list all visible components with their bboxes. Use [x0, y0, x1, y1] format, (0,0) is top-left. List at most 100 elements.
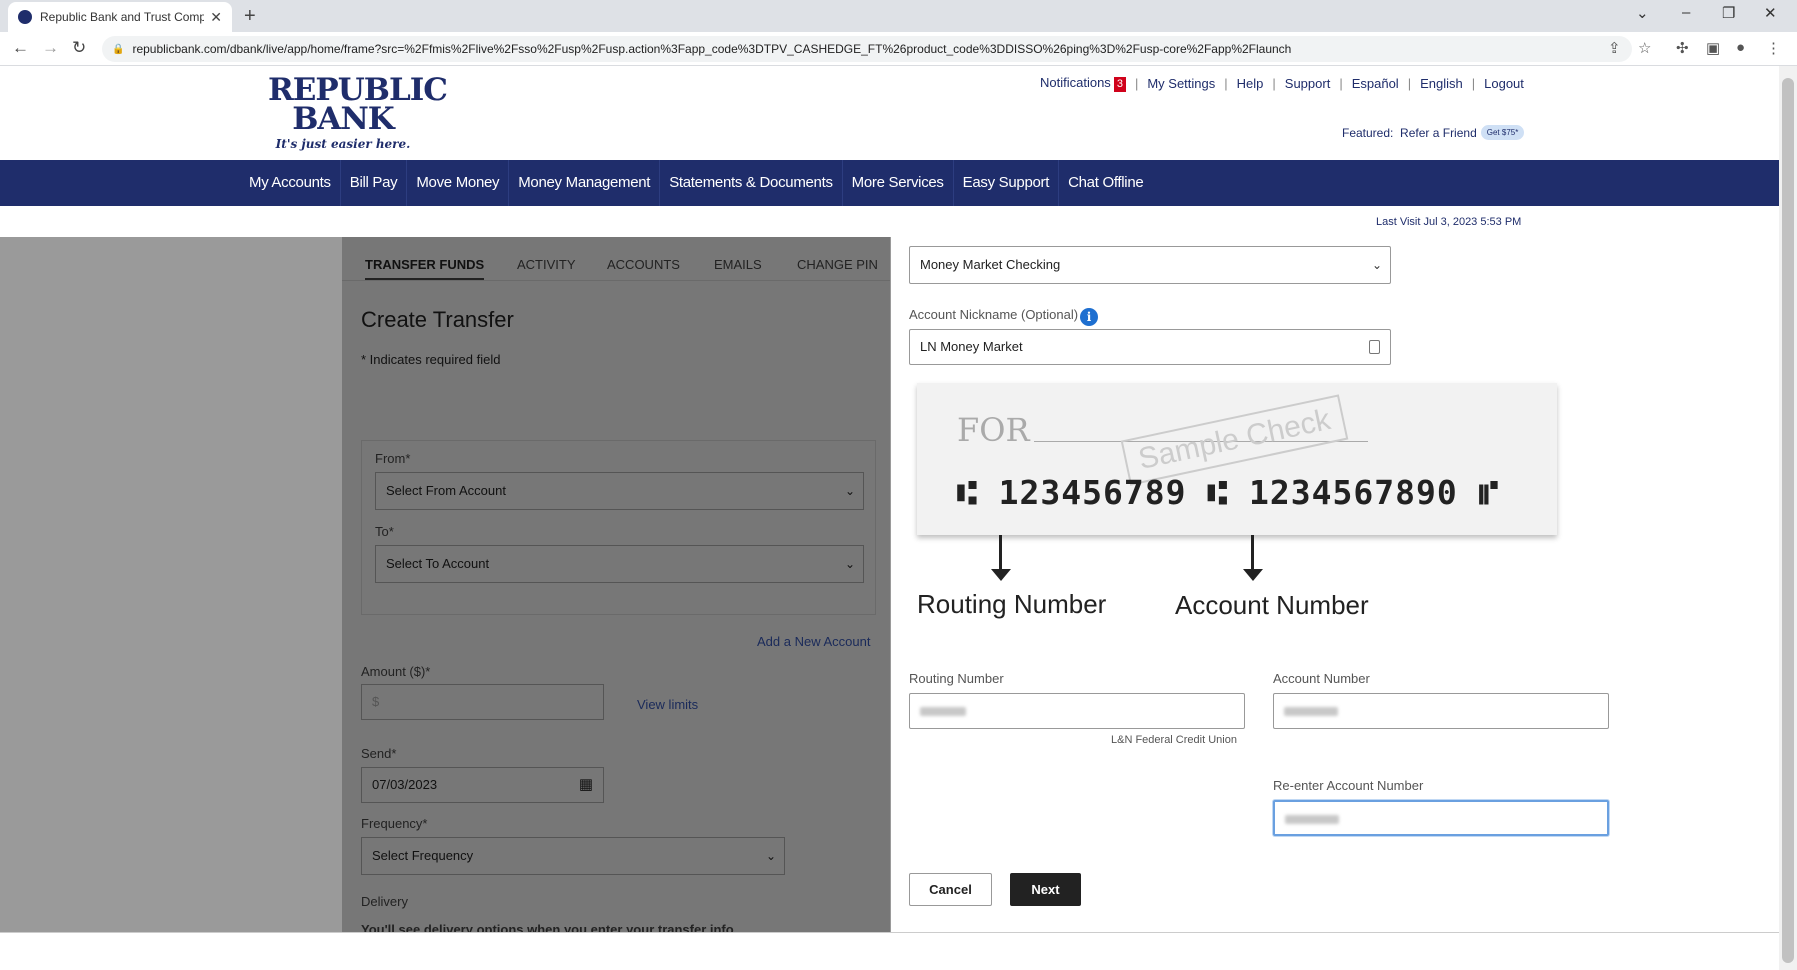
- add-new-account-link[interactable]: Add a New Account: [757, 634, 870, 649]
- tab-transfer-funds[interactable]: TRANSFER FUNDS: [365, 257, 485, 280]
- restore-icon[interactable]: ❐: [1722, 4, 1735, 22]
- routing-number-caption: Routing Number: [917, 589, 1107, 619]
- address-bar[interactable]: 🔒 republicbank.com/dbank/live/app/home/f…: [102, 36, 1632, 62]
- utility-links: Notifications 3 | My Settings | Help | Su…: [1040, 75, 1524, 92]
- promo-pill[interactable]: Get $75*: [1480, 125, 1525, 140]
- institution-name: L&N Federal Credit Union: [1111, 734, 1237, 746]
- nav-more-services[interactable]: More Services: [843, 160, 954, 206]
- nav-move-money[interactable]: Move Money: [407, 160, 510, 206]
- browser-tab[interactable]: Republic Bank and Trust Compan ✕: [8, 2, 232, 32]
- from-to-box: From* Select From Account ⌄ To* Select To…: [361, 440, 876, 615]
- lock-icon: 🔒: [112, 43, 125, 55]
- chevron-down-icon: ⌄: [844, 557, 855, 571]
- sample-check-stamp: Sample Check: [1120, 394, 1349, 486]
- frequency-label: Frequency*: [361, 816, 428, 831]
- page-bottom-divider: [0, 932, 1779, 933]
- extensions-icon[interactable]: ✣: [1676, 39, 1689, 57]
- chevron-down-icon: ⌄: [1371, 258, 1382, 272]
- support-link[interactable]: Support: [1285, 76, 1331, 91]
- account-number-input[interactable]: [1273, 693, 1609, 729]
- from-account-select[interactable]: Select From Account ⌄: [375, 472, 864, 510]
- main-navigation: My Accounts Bill Pay Move Money Money Ma…: [0, 160, 1779, 206]
- my-settings-link[interactable]: My Settings: [1147, 76, 1215, 91]
- notifications-link[interactable]: Notifications 3: [1040, 75, 1126, 92]
- modal-overlay: TRANSFER FUNDS ACTIVITY ACCOUNTS EMAILS …: [0, 237, 891, 932]
- transfer-subtabs: TRANSFER FUNDS ACTIVITY ACCOUNTS EMAILS …: [342, 245, 890, 281]
- refer-a-friend-link[interactable]: Refer a Friend: [1400, 126, 1477, 140]
- calendar-icon[interactable]: ▦: [579, 768, 593, 802]
- new-tab-icon[interactable]: +: [244, 5, 256, 28]
- page-scrollbar[interactable]: [1779, 66, 1797, 970]
- help-link[interactable]: Help: [1237, 76, 1264, 91]
- sample-check-image: FOR Sample Check ⑆ 123456789 ⑆ 123456789…: [917, 383, 1557, 620]
- espanol-link[interactable]: Español: [1352, 76, 1399, 91]
- micr-line: ⑆ 123456789 ⑆ 1234567890 ⑈: [957, 473, 1500, 512]
- tab-accounts[interactable]: ACCOUNTS: [607, 257, 680, 272]
- add-account-panel: Money Market Checking ⌄ Account Nickname …: [891, 237, 1779, 932]
- redacted-value: [920, 707, 966, 717]
- check-for-label: FOR: [957, 411, 1030, 449]
- frequency-select[interactable]: Select Frequency ⌄: [361, 837, 785, 875]
- next-button[interactable]: Next: [1010, 873, 1081, 906]
- nav-bill-pay[interactable]: Bill Pay: [341, 160, 408, 206]
- tab-activity[interactable]: ACTIVITY: [517, 257, 576, 272]
- tab-change-pin[interactable]: CHANGE PIN: [797, 257, 878, 272]
- menu-icon[interactable]: ⋮: [1766, 39, 1781, 57]
- send-date-input[interactable]: 07/03/2023 ▦: [361, 767, 604, 803]
- account-type-select[interactable]: Money Market Checking ⌄: [909, 246, 1391, 284]
- site-favicon-icon: [18, 10, 32, 24]
- logout-link[interactable]: Logout: [1484, 76, 1524, 91]
- nav-statements-documents[interactable]: Statements & Documents: [660, 160, 843, 206]
- bookmark-star-icon[interactable]: ☆: [1638, 39, 1651, 57]
- tab-search-icon[interactable]: ⌄: [1636, 4, 1649, 22]
- routing-arrow: [999, 535, 1002, 573]
- transfer-form: TRANSFER FUNDS ACTIVITY ACCOUNTS EMAILS …: [342, 237, 890, 932]
- to-account-select[interactable]: Select To Account ⌄: [375, 545, 864, 583]
- featured-label: Featured:: [1342, 125, 1394, 140]
- english-link[interactable]: English: [1420, 76, 1463, 91]
- back-icon[interactable]: ←: [12, 38, 29, 58]
- view-limits-link[interactable]: View limits: [637, 697, 698, 712]
- url-text: republicbank.com/dbank/live/app/home/fra…: [132, 42, 1292, 56]
- amount-input[interactable]: $: [361, 684, 604, 720]
- chevron-down-icon: ⌄: [765, 849, 776, 863]
- reload-icon[interactable]: ↻: [72, 38, 86, 58]
- delivery-note: You'll see delivery options when you ent…: [361, 922, 734, 932]
- nickname-label: Account Nickname (Optional) i: [909, 307, 1099, 326]
- required-note: * Indicates required field: [361, 352, 501, 367]
- nav-my-accounts[interactable]: My Accounts: [240, 160, 341, 206]
- nav-chat-offline[interactable]: Chat Offline: [1059, 160, 1152, 206]
- forward-icon[interactable]: →: [42, 38, 59, 58]
- share-icon[interactable]: ⇪: [1608, 39, 1621, 57]
- amount-label: Amount ($)*: [361, 664, 431, 679]
- browser-tab-strip: Republic Bank and Trust Compan ✕ + ⌄ – ❐…: [0, 0, 1797, 32]
- account-number-caption: Account Number: [1175, 590, 1369, 620]
- scrollbar-thumb[interactable]: [1782, 78, 1794, 963]
- window-close-icon[interactable]: ✕: [1764, 4, 1777, 22]
- info-icon[interactable]: i: [1080, 308, 1099, 326]
- tab-emails[interactable]: EMAILS: [714, 257, 762, 272]
- routing-number-label: Routing Number: [909, 671, 1004, 686]
- page-title: Create Transfer: [361, 307, 514, 332]
- check-paper: FOR Sample Check ⑆ 123456789 ⑆ 123456789…: [917, 383, 1557, 535]
- routing-number-input[interactable]: [909, 693, 1245, 729]
- account-arrow: [1251, 535, 1254, 573]
- nav-money-management[interactable]: Money Management: [509, 160, 661, 206]
- cancel-button[interactable]: Cancel: [909, 873, 992, 906]
- profile-icon[interactable]: ●: [1736, 39, 1745, 56]
- redacted-value: [1284, 707, 1338, 717]
- account-arrowhead: [1243, 569, 1263, 581]
- side-panel-icon[interactable]: ▣: [1706, 39, 1720, 57]
- minimize-icon[interactable]: –: [1682, 4, 1690, 21]
- autofill-icon[interactable]: [1369, 340, 1380, 354]
- notifications-badge: 3: [1113, 77, 1126, 92]
- close-tab-icon[interactable]: ✕: [210, 9, 222, 26]
- chevron-down-icon: ⌄: [844, 484, 855, 498]
- reenter-account-input[interactable]: [1273, 800, 1609, 836]
- featured-promo: Featured: Refer a Friend Get $75*: [1342, 125, 1525, 140]
- nav-easy-support[interactable]: Easy Support: [954, 160, 1060, 206]
- republic-bank-logo[interactable]: REPUBLIC BANK It's just easier here.: [268, 75, 448, 152]
- browser-toolbar: ← → ↻ 🔒 republicbank.com/dbank/live/app/…: [0, 32, 1797, 66]
- last-visit-text: Last Visit Jul 3, 2023 5:53 PM: [1376, 216, 1522, 228]
- nickname-input[interactable]: LN Money Market: [909, 329, 1391, 365]
